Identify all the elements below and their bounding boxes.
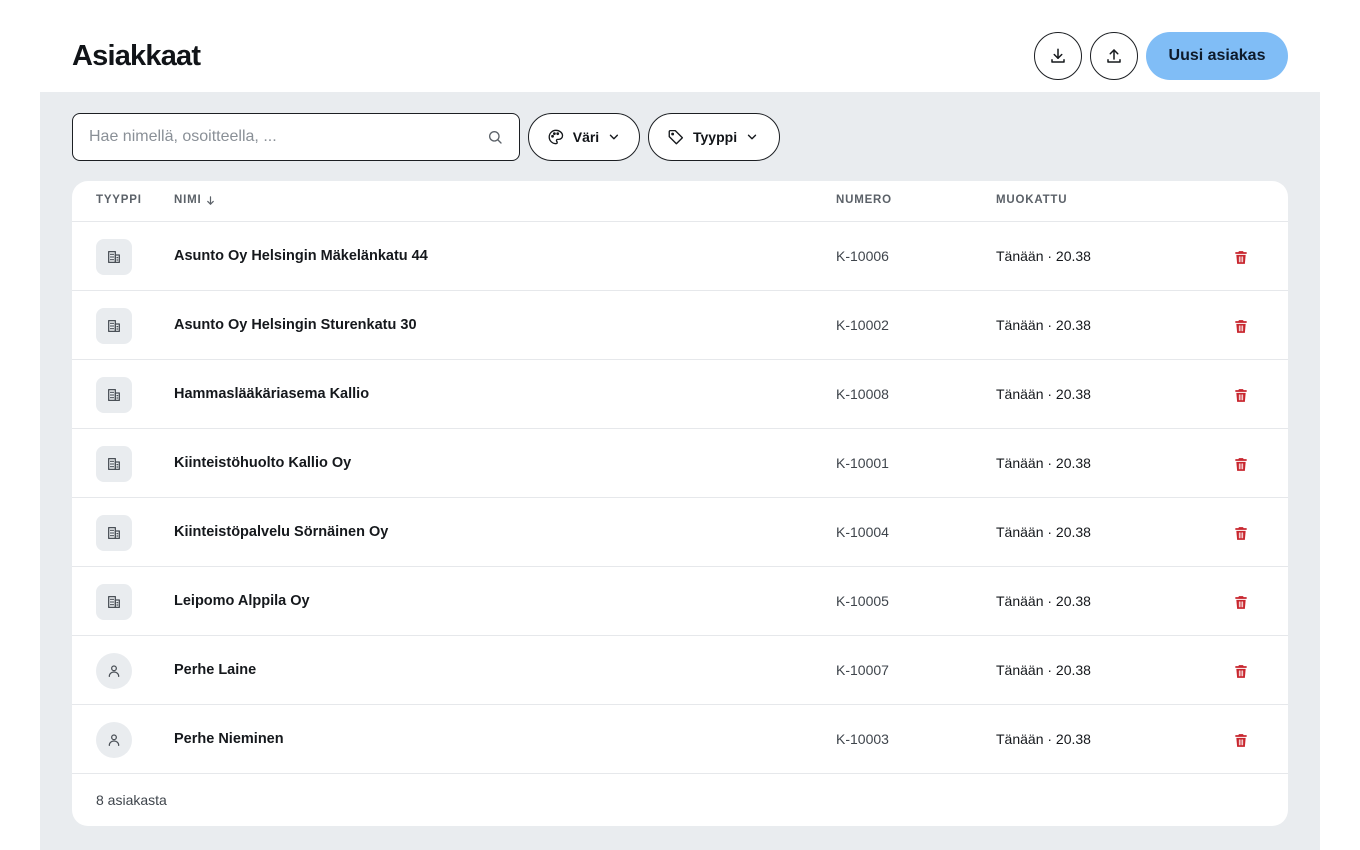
customer-type-avatar	[96, 515, 132, 551]
delete-button[interactable]	[1230, 522, 1252, 544]
tag-icon	[668, 129, 684, 145]
column-header-type[interactable]: TYYPPI	[96, 194, 142, 206]
customer-modified: Tänään · 20.38	[996, 386, 1091, 402]
customer-name[interactable]: Asunto Oy Helsingin Sturenkatu 30	[174, 317, 417, 333]
column-header-name[interactable]: NIMI	[174, 194, 216, 206]
customer-type-avatar	[96, 584, 132, 620]
page-title: Asiakkaat	[72, 40, 201, 72]
customer-type-avatar	[96, 308, 132, 344]
building-icon	[108, 458, 120, 470]
customer-number: K-10007	[836, 662, 889, 678]
customer-name[interactable]: Leipomo Alppila Oy	[174, 593, 310, 609]
column-header-modified[interactable]: MUOKATTU	[996, 194, 1067, 206]
trash-icon	[1235, 388, 1247, 402]
page-header: Asiakkaat Uusi asiakas	[40, 0, 1320, 92]
search-box[interactable]	[72, 113, 520, 161]
trash-icon	[1235, 319, 1247, 333]
table-row[interactable]: Asunto Oy Helsingin Mäkelänkatu 44 K-1000…	[72, 222, 1288, 291]
column-header-name-label: NIMI	[174, 194, 202, 206]
trash-icon	[1235, 250, 1247, 264]
table-row[interactable]: Leipomo Alppila Oy K-10005 Tänään · 20.38	[72, 567, 1288, 636]
customer-modified: Tänään · 20.38	[996, 593, 1091, 609]
column-header-number[interactable]: NUMERO	[836, 194, 892, 206]
table-row[interactable]: Perhe Nieminen K-10003 Tänään · 20.38	[72, 705, 1288, 774]
row-count: 8 asiakasta	[96, 792, 167, 808]
customer-type-avatar	[96, 446, 132, 482]
table-row[interactable]: Kiinteistöpalvelu Sörnäinen Oy K-10004 Tän…	[72, 498, 1288, 567]
person-icon	[108, 665, 120, 677]
delete-button[interactable]	[1230, 660, 1252, 682]
building-icon	[108, 527, 120, 539]
delete-button[interactable]	[1230, 246, 1252, 268]
trash-icon	[1235, 664, 1247, 678]
download-icon	[1051, 48, 1065, 63]
chevron-down-icon	[747, 134, 757, 140]
arrow-down-icon	[207, 195, 215, 205]
download-button[interactable]	[1034, 32, 1082, 80]
customer-modified: Tänään · 20.38	[996, 248, 1091, 264]
page: Asiakkaat Uusi asiakas Väri	[40, 0, 1320, 850]
customer-number: K-10006	[836, 248, 889, 264]
building-icon	[108, 251, 120, 263]
type-filter-button[interactable]: Tyyppi	[648, 113, 780, 161]
table-header: TYYPPI NIMI NUMERO MUOKATTU	[72, 181, 1288, 222]
building-icon	[108, 389, 120, 401]
customer-name[interactable]: Perhe Laine	[174, 662, 256, 678]
building-icon	[108, 596, 120, 608]
customer-number: K-10003	[836, 731, 889, 747]
palette-icon	[548, 129, 564, 145]
customer-type-avatar	[96, 239, 132, 275]
customer-name[interactable]: Hammaslääkäriasema Kallio	[174, 386, 369, 402]
customer-name[interactable]: Kiinteistöhuolto Kallio Oy	[174, 455, 351, 471]
customer-number: K-10008	[836, 386, 889, 402]
customer-name[interactable]: Kiinteistöpalvelu Sörnäinen Oy	[174, 524, 388, 540]
delete-button[interactable]	[1230, 453, 1252, 475]
customer-number: K-10004	[836, 524, 889, 540]
delete-button[interactable]	[1230, 384, 1252, 406]
building-icon	[108, 320, 120, 332]
search-input[interactable]	[89, 114, 469, 160]
upload-icon	[1107, 49, 1121, 63]
trash-icon	[1235, 526, 1247, 540]
type-filter-label: Tyyppi	[693, 129, 738, 145]
search-icon	[489, 131, 502, 144]
customer-number: K-10001	[836, 455, 889, 471]
customer-type-avatar	[96, 722, 132, 758]
new-customer-button[interactable]: Uusi asiakas	[1146, 32, 1288, 80]
customer-modified: Tänään · 20.38	[996, 662, 1091, 678]
customer-number: K-10002	[836, 317, 889, 333]
customer-table: TYYPPI NIMI NUMERO MUOKATTU Asunto Oy He…	[72, 181, 1288, 826]
person-icon	[108, 734, 120, 746]
trash-icon	[1235, 733, 1247, 747]
color-filter-label: Väri	[572, 129, 600, 145]
customer-modified: Tänään · 20.38	[996, 317, 1091, 333]
delete-button[interactable]	[1230, 729, 1252, 751]
customer-name[interactable]: Perhe Nieminen	[174, 731, 284, 747]
customer-number: K-10005	[836, 593, 889, 609]
chevron-down-icon	[609, 134, 619, 140]
customer-type-avatar	[96, 653, 132, 689]
delete-button[interactable]	[1230, 315, 1252, 337]
table-row[interactable]: Perhe Laine K-10007 Tänään · 20.38	[72, 636, 1288, 705]
color-filter-button[interactable]: Väri	[528, 113, 640, 161]
table-row[interactable]: Asunto Oy Helsingin Sturenkatu 30 K-10002…	[72, 291, 1288, 360]
table-row[interactable]: Kiinteistöhuolto Kallio Oy K-10001 Tänään …	[72, 429, 1288, 498]
customer-modified: Tänään · 20.38	[996, 731, 1091, 747]
customer-modified: Tänään · 20.38	[996, 524, 1091, 540]
trash-icon	[1235, 595, 1247, 609]
table-row[interactable]: Hammaslääkäriasema Kallio K-10008 Tänään ·…	[72, 360, 1288, 429]
upload-button[interactable]	[1090, 32, 1138, 80]
customer-name[interactable]: Asunto Oy Helsingin Mäkelänkatu 44	[174, 248, 428, 264]
trash-icon	[1235, 457, 1247, 471]
delete-button[interactable]	[1230, 591, 1252, 613]
customer-modified: Tänään · 20.38	[996, 455, 1091, 471]
customer-type-avatar	[96, 377, 132, 413]
